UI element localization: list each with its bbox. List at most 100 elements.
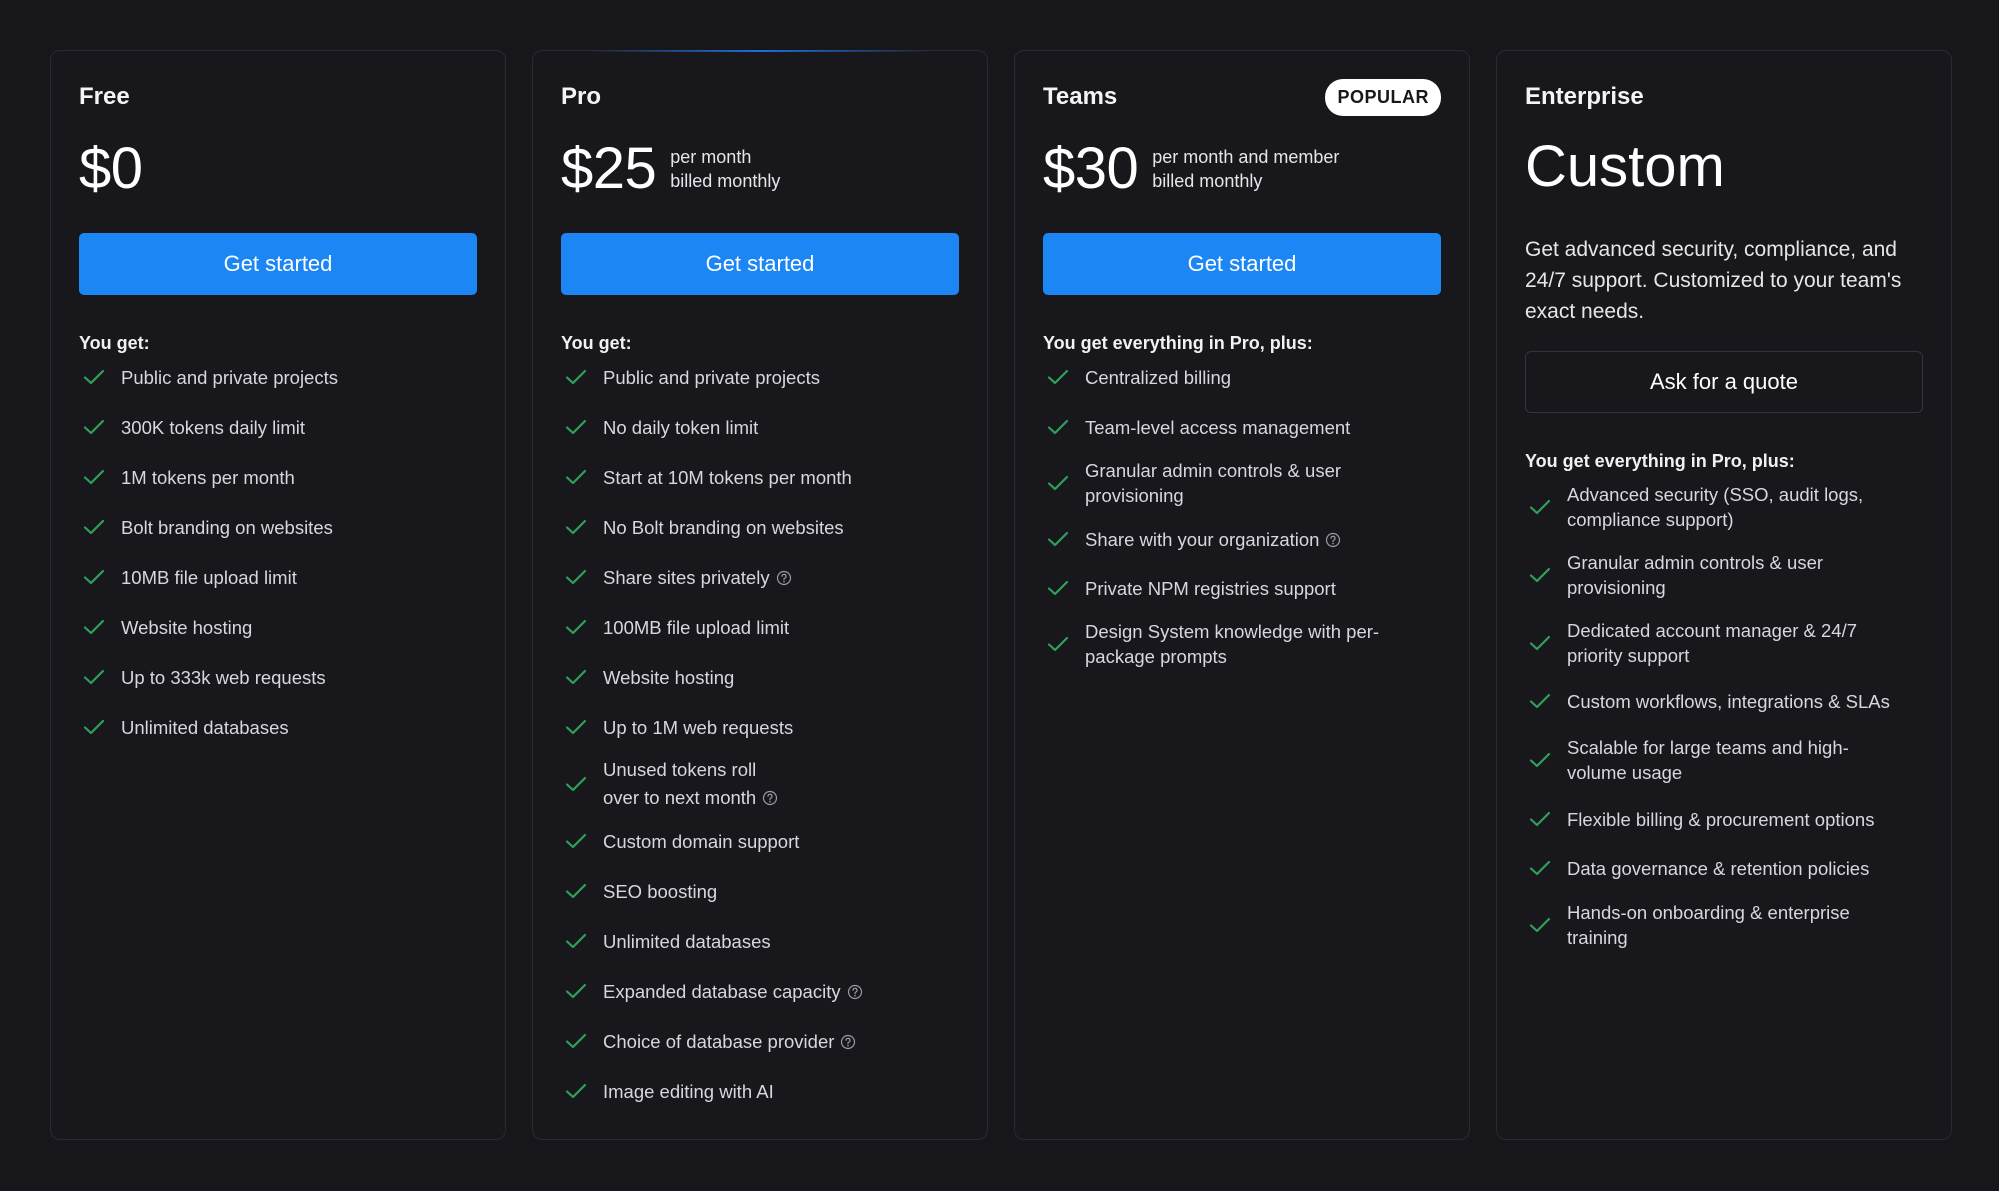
feature-text: Website hosting bbox=[121, 616, 253, 638]
check-icon bbox=[561, 880, 603, 902]
list-item: Custom workflows, integrations & SLAs bbox=[1525, 677, 1935, 725]
check-icon bbox=[561, 566, 603, 588]
list-item: 1M tokens per month bbox=[79, 452, 489, 502]
plan-price: $25 bbox=[561, 136, 657, 201]
list-item: Dedicated account manager & 24/7 priorit… bbox=[1525, 609, 1935, 677]
ask-for-quote-button[interactable]: Ask for a quote bbox=[1525, 351, 1923, 413]
list-item: Unused tokens roll over to next month bbox=[561, 752, 971, 816]
list-item: Bolt branding on websites bbox=[79, 502, 489, 552]
list-item: Hands-on onboarding & enterprise trainin… bbox=[1525, 893, 1935, 957]
price-note: per month and member billed monthly bbox=[1152, 145, 1339, 193]
list-item: Granular admin controls & user provision… bbox=[1525, 541, 1935, 609]
feature-list: Centralized billing Team-level access ma… bbox=[1043, 359, 1453, 676]
get-started-button[interactable]: Get started bbox=[561, 233, 959, 295]
feature-text: Expanded database capacity bbox=[603, 979, 863, 1004]
check-icon bbox=[1525, 808, 1567, 830]
check-icon bbox=[1525, 749, 1567, 771]
check-icon bbox=[79, 616, 121, 638]
check-icon bbox=[561, 1030, 603, 1052]
feature-list: Advanced security (SSO, audit logs, comp… bbox=[1525, 481, 1935, 957]
feature-text: Granular admin controls & user provision… bbox=[1085, 460, 1342, 506]
check-icon bbox=[561, 616, 603, 638]
features-heading: You get everything in Pro, plus: bbox=[1043, 333, 1313, 353]
feature-text: Data governance & retention policies bbox=[1567, 857, 1870, 879]
feature-text: Scalable for large teams and high- volum… bbox=[1567, 737, 1849, 783]
check-icon bbox=[79, 566, 121, 588]
check-icon bbox=[561, 516, 603, 538]
check-icon bbox=[561, 830, 603, 852]
list-item: Expanded database capacity bbox=[561, 966, 971, 1016]
plan-price: $30 bbox=[1043, 136, 1139, 201]
list-item: 100MB file upload limit bbox=[561, 602, 971, 652]
feature-text: Granular admin controls & user provision… bbox=[1567, 552, 1824, 598]
price-row: $30 per month and member billed monthly bbox=[1043, 135, 1339, 202]
features-heading: You get: bbox=[79, 333, 150, 353]
help-icon[interactable] bbox=[840, 1034, 856, 1050]
check-icon bbox=[1043, 577, 1085, 599]
check-icon bbox=[1525, 690, 1567, 712]
list-item: Image editing with AI bbox=[561, 1066, 971, 1116]
feature-text: 1M tokens per month bbox=[121, 466, 295, 488]
feature-text: Design System knowledge with per- packag… bbox=[1085, 621, 1380, 667]
help-icon[interactable] bbox=[1325, 532, 1341, 548]
check-icon bbox=[561, 416, 603, 438]
feature-text: 300K tokens daily limit bbox=[121, 416, 306, 438]
billing-cycle: billed monthly bbox=[670, 170, 781, 191]
feature-text: Share with your organization bbox=[1085, 527, 1341, 552]
feature-text: Bolt branding on websites bbox=[121, 516, 333, 538]
get-started-button[interactable]: Get started bbox=[79, 233, 477, 295]
feature-text: No Bolt branding on websites bbox=[603, 516, 844, 538]
list-item: Unlimited databases bbox=[79, 702, 489, 752]
feature-text: Dedicated account manager & 24/7 priorit… bbox=[1567, 620, 1858, 666]
list-item: Flexible billing & procurement options bbox=[1525, 795, 1935, 843]
feature-text: Choice of database provider bbox=[603, 1029, 856, 1054]
list-item: Up to 333k web requests bbox=[79, 652, 489, 702]
pricing-cards: Free $0 Get started You get: Public and … bbox=[50, 50, 1952, 1140]
feature-text: Unused tokens roll over to next month bbox=[603, 756, 778, 812]
check-icon bbox=[1525, 857, 1567, 879]
feature-text: Centralized billing bbox=[1085, 366, 1232, 388]
help-icon[interactable] bbox=[776, 570, 792, 586]
list-item: Granular admin controls & user provision… bbox=[1043, 452, 1453, 514]
list-item: Share sites privately bbox=[561, 552, 971, 602]
get-started-button[interactable]: Get started bbox=[1043, 233, 1441, 295]
list-item: SEO boosting bbox=[561, 866, 971, 916]
feature-text: Custom workflows, integrations & SLAs bbox=[1567, 690, 1890, 712]
plan-name: Teams bbox=[1043, 83, 1118, 110]
check-icon bbox=[1525, 564, 1567, 586]
check-icon bbox=[561, 1080, 603, 1102]
feature-text: Up to 1M web requests bbox=[603, 716, 794, 738]
list-item: Private NPM registries support bbox=[1043, 564, 1453, 612]
check-icon bbox=[1043, 633, 1085, 655]
features-heading: You get: bbox=[561, 333, 632, 353]
list-item: Centralized billing bbox=[1043, 352, 1453, 402]
check-icon bbox=[561, 716, 603, 738]
check-icon bbox=[79, 366, 121, 388]
help-icon[interactable] bbox=[847, 984, 863, 1000]
list-item: No Bolt branding on websites bbox=[561, 502, 971, 552]
feature-text: Image editing with AI bbox=[603, 1080, 774, 1102]
check-icon bbox=[79, 466, 121, 488]
feature-text: Share sites privately bbox=[603, 565, 792, 590]
check-icon bbox=[1525, 632, 1567, 654]
plan-card-teams: Teams POPULAR $30 per month and member b… bbox=[1014, 50, 1470, 1140]
feature-text: Start at 10M tokens per month bbox=[603, 466, 852, 488]
list-item: Team-level access management bbox=[1043, 402, 1453, 452]
check-icon bbox=[561, 980, 603, 1002]
check-icon bbox=[561, 930, 603, 952]
price-period: per month bbox=[670, 146, 752, 167]
plan-name: Enterprise bbox=[1525, 83, 1644, 110]
list-item: Website hosting bbox=[79, 602, 489, 652]
feature-text: Custom domain support bbox=[603, 830, 800, 852]
list-item: Unlimited databases bbox=[561, 916, 971, 966]
plan-price: Custom bbox=[1525, 134, 1725, 199]
help-icon[interactable] bbox=[762, 790, 778, 806]
plan-card-enterprise: Enterprise Custom Get advanced security,… bbox=[1496, 50, 1952, 1140]
feature-text: Advanced security (SSO, audit logs, comp… bbox=[1567, 484, 1864, 530]
list-item: Start at 10M tokens per month bbox=[561, 452, 971, 502]
feature-list: Public and private projects 300K tokens … bbox=[79, 359, 489, 752]
check-icon bbox=[1525, 496, 1567, 518]
list-item: 300K tokens daily limit bbox=[79, 402, 489, 452]
check-icon bbox=[1043, 366, 1085, 388]
check-icon bbox=[1525, 914, 1567, 936]
